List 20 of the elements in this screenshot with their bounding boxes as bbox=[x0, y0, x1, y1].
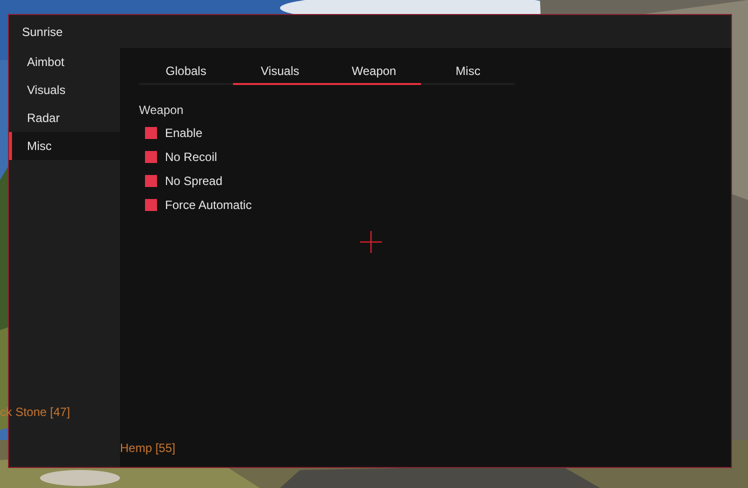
checkbox[interactable] bbox=[145, 199, 157, 211]
window-title: Sunrise bbox=[22, 24, 63, 38]
crosshair-icon bbox=[360, 231, 382, 253]
checkbox[interactable] bbox=[145, 151, 157, 163]
sidebar-item[interactable]: Misc bbox=[9, 132, 120, 160]
checkbox[interactable] bbox=[145, 127, 157, 139]
esp-label: Hemp [55] bbox=[120, 441, 176, 455]
tab[interactable]: Visuals bbox=[233, 61, 327, 85]
tab[interactable]: Globals bbox=[139, 61, 233, 85]
option-label: Enable bbox=[165, 126, 202, 140]
option-label: No Recoil bbox=[165, 150, 218, 164]
sidebar-item[interactable]: Radar bbox=[9, 104, 120, 132]
section-title: Weapon bbox=[139, 103, 184, 119]
sidebar-item[interactable]: Visuals bbox=[9, 76, 120, 104]
tab[interactable]: Weapon bbox=[327, 61, 421, 85]
sidebar-item[interactable]: Aimbot bbox=[9, 48, 120, 76]
option-label: No Spread bbox=[165, 174, 222, 188]
tab[interactable]: Misc bbox=[421, 61, 515, 85]
option-label: Force Automatic bbox=[165, 198, 252, 212]
checkbox[interactable] bbox=[145, 175, 157, 187]
